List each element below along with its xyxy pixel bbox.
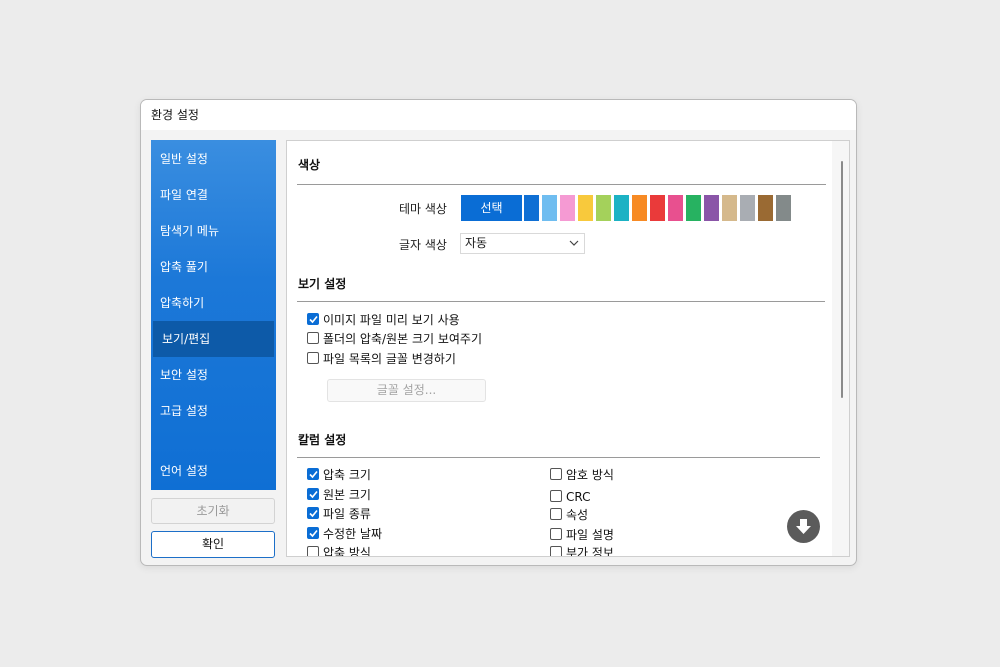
settings-window: 환경 설정 일반 설정 파일 연결 탐색기 메뉴 압축 풀기 압축하기 보기/편… [140,99,857,566]
checkbox[interactable] [307,352,319,364]
text-color-label: 글자 색상 [399,238,447,252]
section-title-view: 보기 설정 [298,277,347,291]
checkbox-label: 부가 정보 [566,546,614,557]
checkbox[interactable] [307,488,319,500]
chevron-down-icon [569,240,579,246]
theme-swatch[interactable] [758,195,773,221]
checkbox[interactable] [307,507,319,519]
checkbox-label: 원본 크기 [323,488,371,502]
window-title: 환경 설정 [141,100,856,130]
sidebar-item-file-association[interactable]: 파일 연결 [151,177,276,213]
checkbox[interactable] [550,490,562,502]
theme-swatch[interactable] [776,195,791,221]
font-settings-button[interactable]: 글꼴 설정... [327,379,486,402]
checkbox-label: 이미지 파일 미리 보기 사용 [323,313,460,327]
sidebar-item-language[interactable]: 언어 설정 [151,453,276,489]
sidebar-item-explorer-menu[interactable]: 탐색기 메뉴 [151,213,276,249]
text-color-value: 자동 [465,236,488,250]
sidebar-item-security[interactable]: 보안 설정 [151,357,276,393]
check-icon [309,509,318,518]
checkbox-label: 수정한 날짜 [323,527,383,541]
theme-swatch[interactable] [722,195,737,221]
scroll-down-button[interactable] [787,510,820,543]
sidebar-item-advanced[interactable]: 고급 설정 [151,393,276,429]
checkbox[interactable] [550,468,562,480]
checkbox[interactable] [307,468,319,480]
checkbox-label: 속성 [566,508,589,522]
checkbox[interactable] [307,546,319,556]
sidebar-item-extract[interactable]: 압축 풀기 [151,249,276,285]
arrow-down-icon [796,519,811,534]
scrollbar[interactable] [832,141,849,556]
sidebar: 일반 설정 파일 연결 탐색기 메뉴 압축 풀기 압축하기 보기/편집 보안 설… [151,140,276,490]
checkbox-label: 파일 목록의 글꼴 변경하기 [323,352,456,366]
checkbox-label: 압축 방식 [323,546,371,557]
theme-color-label: 테마 색상 [399,202,447,216]
check-icon [309,529,318,538]
section-divider [297,301,825,302]
theme-swatch[interactable] [704,195,719,221]
checkbox-label: CRC [566,490,591,504]
checkbox-label: 암호 방식 [566,468,614,482]
checkbox[interactable] [550,528,562,540]
settings-panel: 색상 테마 색상 선택 글자 색상 자동 보기 설정 이미지 파일 미리 보기 … [286,140,850,557]
text-color-select[interactable]: 자동 [460,233,585,254]
checkbox[interactable] [307,313,319,325]
theme-select-button[interactable]: 선택 [461,195,522,221]
theme-swatch[interactable] [740,195,755,221]
section-title-columns: 칼럼 설정 [298,433,347,447]
check-icon [309,315,318,324]
checkbox-label: 폴더의 압축/원본 크기 보여주기 [323,332,483,346]
section-title-colors: 색상 [298,158,321,172]
theme-swatch[interactable] [668,195,683,221]
checkbox-label: 압축 크기 [323,468,371,482]
theme-swatch[interactable] [560,195,575,221]
sidebar-item-view-edit[interactable]: 보기/편집 [153,321,274,357]
checkbox[interactable] [550,546,562,556]
check-icon [309,490,318,499]
sidebar-item-compress[interactable]: 압축하기 [151,285,276,321]
scrollbar-thumb[interactable] [841,161,843,398]
theme-swatch[interactable] [596,195,611,221]
theme-swatch[interactable] [632,195,647,221]
section-divider [297,457,820,458]
theme-swatch[interactable] [650,195,665,221]
checkbox[interactable] [307,527,319,539]
theme-swatch[interactable] [614,195,629,221]
ok-button[interactable]: 확인 [151,531,275,558]
theme-swatch[interactable] [524,195,539,221]
check-icon [309,470,318,479]
section-divider [297,184,826,185]
checkbox[interactable] [550,508,562,520]
sidebar-item-general[interactable]: 일반 설정 [151,141,276,177]
checkbox-label: 파일 종류 [323,507,371,521]
theme-swatch[interactable] [578,195,593,221]
checkbox-label: 파일 설명 [566,528,614,542]
checkbox[interactable] [307,332,319,344]
theme-swatch[interactable] [686,195,701,221]
theme-swatch[interactable] [542,195,557,221]
reset-button[interactable]: 초기화 [151,498,275,524]
